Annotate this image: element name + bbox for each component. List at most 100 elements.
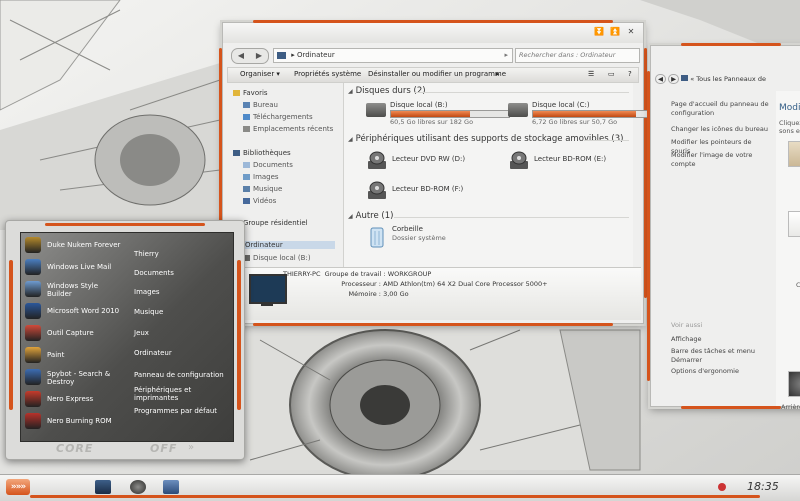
theme-caption: C bbox=[796, 281, 800, 289]
nav-label: Emplacements récents bbox=[253, 125, 334, 133]
nav-music[interactable]: Musique bbox=[243, 185, 282, 193]
cp-taskbar-link[interactable]: Barre des tâches et menu Démarrer bbox=[671, 347, 771, 365]
videos-icon bbox=[243, 198, 250, 204]
maximize-button[interactable]: ⏫ bbox=[609, 27, 621, 37]
window-accent-left bbox=[647, 71, 650, 381]
address-field[interactable]: ▸ Ordinateur ▸ bbox=[273, 48, 513, 63]
cp-display-link[interactable]: Affichage bbox=[671, 335, 771, 344]
address-path[interactable]: « Tous les Panneaux de bbox=[690, 75, 766, 83]
program-windows-style-builder[interactable]: Windows Style Builder bbox=[25, 279, 135, 299]
nav-computer[interactable]: Ordinateur bbox=[233, 241, 335, 249]
program-windows-live-mail[interactable]: Windows Live Mail bbox=[25, 257, 135, 277]
cp-account-picture-link[interactable]: Modifier l'image de votre compte bbox=[671, 151, 771, 169]
program-microsoft-word[interactable]: Microsoft Word 2010 bbox=[25, 301, 135, 321]
cp-desktop-icons-link[interactable]: Changer les icônes du bureau bbox=[671, 125, 771, 134]
nav-recent-places[interactable]: Emplacements récents bbox=[243, 125, 333, 133]
core-button[interactable]: CORE bbox=[56, 442, 93, 455]
forward-button[interactable]: ▶ bbox=[668, 74, 680, 84]
control-panel-taskbar-icon[interactable] bbox=[163, 480, 179, 494]
taskbar-accent bbox=[30, 495, 760, 498]
nav-pictures[interactable]: Images bbox=[243, 173, 279, 181]
minimize-button[interactable]: ⏬ bbox=[593, 27, 605, 37]
address-path[interactable]: Ordinateur bbox=[297, 51, 335, 59]
monitor-stand bbox=[261, 303, 273, 306]
link-default-programs[interactable]: Programmes par défaut bbox=[134, 407, 217, 415]
clock[interactable]: 18:35 bbox=[747, 480, 779, 493]
program-paint[interactable]: Paint bbox=[25, 345, 135, 365]
nav-desktop[interactable]: Bureau bbox=[243, 101, 278, 109]
program-nero-burning-rom[interactable]: Nero Burning ROM bbox=[25, 411, 135, 431]
group-divider bbox=[414, 92, 629, 93]
paint-icon bbox=[25, 347, 41, 363]
link-documents[interactable]: Documents bbox=[134, 269, 174, 277]
nav-videos[interactable]: Vidéos bbox=[243, 197, 276, 205]
start-button[interactable]: »»» bbox=[6, 479, 30, 495]
details-pane: THIERRY-PC Groupe de travail : WORKGROUP… bbox=[225, 267, 641, 320]
cp-see-also-heading: Voir aussi bbox=[671, 321, 703, 329]
link-computer[interactable]: Ordinateur bbox=[134, 349, 172, 357]
link-user-folder[interactable]: Thierry bbox=[134, 250, 159, 258]
view-options-icon[interactable]: ☰ bbox=[588, 70, 594, 78]
program-spybot[interactable]: Spybot - Search & Destroy bbox=[25, 367, 135, 387]
forward-button[interactable]: ▶ bbox=[250, 49, 268, 63]
link-music[interactable]: Musique bbox=[134, 308, 163, 316]
nav-label: Images bbox=[253, 173, 279, 181]
back-button[interactable]: ◀ bbox=[655, 74, 666, 84]
drive-name: Lecteur DVD RW (D:) bbox=[392, 155, 466, 163]
drive-usage-bar bbox=[532, 110, 652, 118]
snipping-tool-icon bbox=[25, 325, 41, 341]
cp-ease-of-access-link[interactable]: Options d'ergonomie bbox=[671, 367, 771, 376]
close-button[interactable]: ✕ bbox=[625, 27, 637, 37]
nav-favorites[interactable]: Favoris bbox=[233, 89, 268, 97]
media-player-taskbar-icon[interactable] bbox=[130, 480, 146, 494]
collapse-icon: ◢ bbox=[348, 136, 353, 143]
more-commands-button[interactable]: ▸ bbox=[496, 70, 500, 78]
hard-drive-icon bbox=[366, 103, 386, 117]
nav-label: Documents bbox=[253, 161, 293, 169]
link-devices-printers[interactable]: Périphériques et imprimantes bbox=[134, 386, 214, 402]
group-hard-disks[interactable]: ◢ Disques durs (2) bbox=[348, 86, 426, 96]
collapse-icon: ◢ bbox=[348, 88, 353, 95]
theme-thumbnail[interactable] bbox=[788, 211, 800, 237]
program-label: Windows Live Mail bbox=[47, 263, 112, 271]
organize-button[interactable]: Organiser ▾ bbox=[240, 70, 280, 78]
nav-label: Favoris bbox=[243, 89, 268, 97]
drive-name: Disque local (B:) bbox=[390, 101, 448, 109]
explorer-taskbar-icon[interactable] bbox=[95, 480, 111, 494]
cp-home-link[interactable]: Page d'accueil du panneau de configurati… bbox=[671, 100, 771, 118]
uninstall-program-button[interactable]: Désinstaller ou modifier un programme bbox=[368, 70, 506, 78]
nav-documents[interactable]: Documents bbox=[243, 161, 293, 169]
group-removable[interactable]: ◢ Périphériques utilisant des supports de… bbox=[348, 134, 623, 144]
system-properties-button[interactable]: Propriétés système bbox=[294, 70, 361, 78]
nav-downloads[interactable]: Téléchargements bbox=[243, 113, 313, 121]
start-menu-footer: CORE OFF » bbox=[20, 442, 232, 456]
nav-libraries[interactable]: Bibliothèques bbox=[233, 149, 291, 157]
help-icon[interactable]: ? bbox=[628, 70, 632, 78]
preview-pane-icon[interactable]: ▭ bbox=[608, 70, 615, 78]
processor-value: AMD Athlon(tm) 64 X2 Dual Core Processor… bbox=[383, 280, 548, 288]
program-duke-nukem-forever[interactable]: Duke Nukem Forever bbox=[25, 235, 135, 255]
program-snipping-tool[interactable]: Outil Capture bbox=[25, 323, 135, 343]
cp-page-subtitle: Cliquez sons et bbox=[779, 119, 800, 135]
link-games[interactable]: Jeux bbox=[134, 329, 149, 337]
group-other[interactable]: ◢ Autre (1) bbox=[348, 211, 393, 221]
nav-local-disk-b[interactable]: Disque local (B:) bbox=[243, 254, 311, 262]
nav-label: Vidéos bbox=[253, 197, 277, 205]
program-label: Nero Burning ROM bbox=[47, 417, 112, 425]
control-panel-content: Modifi Cliquez sons et C Arrière bbox=[776, 91, 800, 411]
program-nero-express[interactable]: Nero Express bbox=[25, 389, 135, 409]
link-pictures[interactable]: Images bbox=[134, 288, 160, 296]
back-button[interactable]: ◀ bbox=[232, 49, 250, 63]
nav-label: Téléchargements bbox=[253, 113, 313, 121]
address-dropdown-arrow[interactable]: ▸ bbox=[504, 49, 508, 62]
explorer-titlebar[interactable]: ⏬ ⏫ ✕ bbox=[223, 23, 643, 43]
shutdown-button[interactable]: OFF bbox=[150, 442, 177, 455]
link-control-panel[interactable]: Panneau de configuration bbox=[134, 371, 224, 379]
notification-icon[interactable] bbox=[718, 483, 726, 491]
content-pane: ◢ Disques durs (2) Disque local (B:) 60,5… bbox=[343, 83, 652, 267]
theme-thumbnail[interactable] bbox=[788, 141, 800, 167]
desktop-background-thumbnail[interactable] bbox=[788, 371, 800, 397]
search-input[interactable]: Rechercher dans : Ordinateur bbox=[515, 48, 640, 63]
cp-subtitle-line: Cliquez bbox=[779, 119, 800, 127]
shutdown-options-button[interactable]: » bbox=[188, 442, 194, 453]
